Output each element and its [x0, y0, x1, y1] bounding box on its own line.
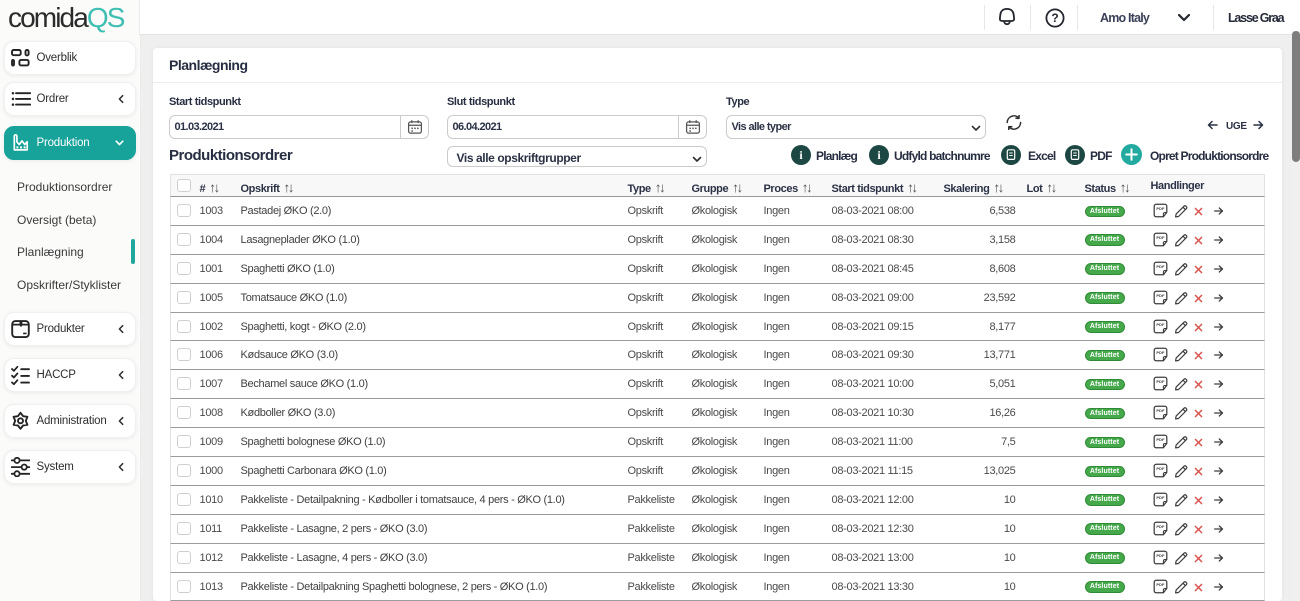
svg-text:PDF: PDF [1156, 293, 1165, 298]
svg-text:PDF: PDF [1156, 466, 1165, 471]
svg-text:PDF: PDF [1156, 206, 1165, 211]
svg-text:PDF: PDF [1156, 582, 1165, 587]
svg-text:PDF: PDF [1156, 495, 1165, 500]
svg-text:PDF: PDF [1156, 379, 1165, 384]
svg-text:PDF: PDF [1156, 437, 1165, 442]
svg-text:PDF: PDF [1156, 408, 1165, 413]
svg-text:PDF: PDF [1156, 235, 1165, 240]
svg-text:PDF: PDF [1156, 350, 1165, 355]
svg-text:PDF: PDF [1156, 322, 1165, 327]
svg-text:PDF: PDF [1156, 524, 1165, 529]
svg-text:PDF: PDF [1156, 264, 1165, 269]
svg-text:PDF: PDF [1156, 553, 1165, 558]
svg-text:?: ? [1051, 11, 1058, 25]
